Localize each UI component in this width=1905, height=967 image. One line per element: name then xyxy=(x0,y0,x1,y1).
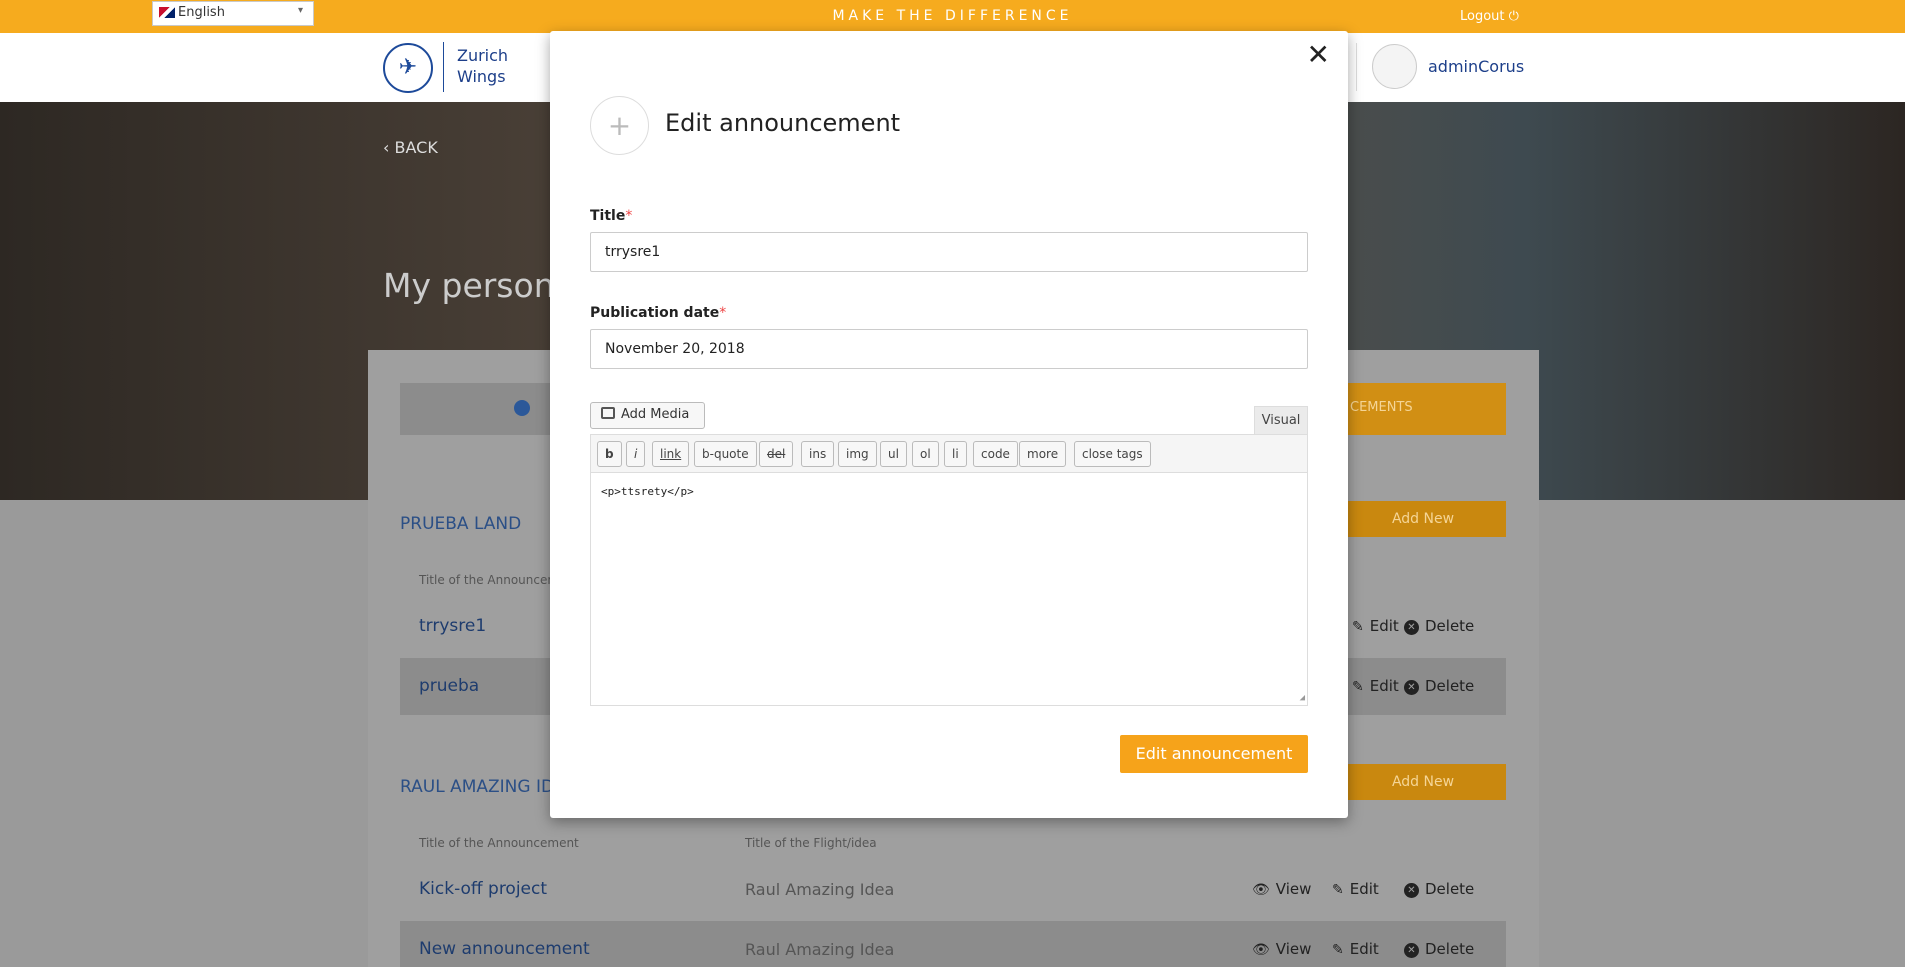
quicktag-link-button[interactable]: link xyxy=(652,441,690,467)
pencil-icon: ✎ xyxy=(1332,882,1344,898)
pencil-icon: ✎ xyxy=(1352,679,1364,695)
close-circle-icon: ✕ xyxy=(1404,883,1419,898)
quicktag-bold-button[interactable]: b xyxy=(597,441,622,467)
delete-button[interactable]: ✕ Delete xyxy=(1404,880,1474,898)
add-new-button[interactable]: Add New xyxy=(1340,764,1506,800)
eye-icon: 👁 xyxy=(1252,942,1270,958)
view-button[interactable]: 👁 View xyxy=(1252,940,1311,958)
column-header-title: Title of the Announcem xyxy=(419,573,560,587)
quicktag-ins-button[interactable]: ins xyxy=(801,441,835,467)
back-link[interactable]: ‹ BACK xyxy=(383,138,438,157)
title-label: Title* xyxy=(590,208,633,224)
publication-date-label: Publication date* xyxy=(590,305,727,321)
close-icon[interactable]: ✕ xyxy=(1307,41,1330,69)
column-header-title: Title of the Announcement xyxy=(419,836,579,850)
modal-title: Edit announcement xyxy=(665,109,901,137)
logout-link[interactable]: Logout ⏻ xyxy=(1460,9,1519,24)
user-name[interactable]: adminCorus xyxy=(1428,57,1524,76)
group-title: RAUL AMAZING IDE xyxy=(400,777,565,797)
content-editor[interactable]: <p>ttsrety</p> ◢ xyxy=(590,473,1308,706)
edit-button[interactable]: ✎ Edit xyxy=(1352,617,1399,635)
publication-date-input[interactable]: November 20, 2018 xyxy=(590,329,1308,369)
quicktag-del-button[interactable]: del xyxy=(759,441,794,467)
pencil-icon: ✎ xyxy=(1352,619,1364,635)
power-icon: ⏻ xyxy=(1508,9,1519,24)
delete-button[interactable]: ✕ Delete xyxy=(1404,940,1474,958)
media-icon xyxy=(601,407,615,419)
page-title: My persona xyxy=(383,266,575,305)
flight-title: Raul Amazing Idea xyxy=(745,940,895,959)
quicktag-li-button[interactable]: li xyxy=(944,441,967,467)
view-button[interactable]: 👁 View xyxy=(1252,880,1311,898)
close-circle-icon: ✕ xyxy=(1404,680,1419,695)
tagline: MAKE THE DIFFERENCE xyxy=(832,8,1073,24)
quicktag-italic-button[interactable]: i xyxy=(626,441,646,467)
quicktag-more-button[interactable]: more xyxy=(1019,441,1067,467)
quicktags-toolbar: b i link b-quote del ins img ul ol li co… xyxy=(590,434,1308,473)
flight-title: Raul Amazing Idea xyxy=(745,880,895,899)
quicktag-ol-button[interactable]: ol xyxy=(912,441,939,467)
edit-announcement-button[interactable]: Edit announcement xyxy=(1120,735,1308,773)
tab-announcements[interactable]: CEMENTS xyxy=(1340,383,1506,435)
delete-button[interactable]: ✕ Delete xyxy=(1404,617,1474,635)
logo-line1: Zurich xyxy=(457,46,509,65)
announcement-title[interactable]: New announcement xyxy=(419,939,590,959)
quicktag-code-button[interactable]: code xyxy=(973,441,1018,467)
logo-icon[interactable]: ✈ xyxy=(383,43,433,93)
logo-text[interactable]: Zurich Wings xyxy=(457,45,537,87)
quicktag-img-button[interactable]: img xyxy=(838,441,877,467)
user-circle-icon[interactable] xyxy=(514,400,530,416)
edit-button[interactable]: ✎ Edit xyxy=(1332,940,1379,958)
logo-divider xyxy=(443,42,444,92)
visual-tab[interactable]: Visual xyxy=(1254,406,1308,434)
pencil-icon: ✎ xyxy=(1332,942,1344,958)
announcement-title[interactable]: Kick-off project xyxy=(419,879,547,899)
quicktag-bquote-button[interactable]: b-quote xyxy=(694,441,757,467)
eye-icon: 👁 xyxy=(1252,882,1270,898)
delete-button[interactable]: ✕ Delete xyxy=(1404,677,1474,695)
header-divider xyxy=(1356,43,1357,91)
avatar[interactable] xyxy=(1372,44,1417,89)
top-bar: English ▾ MAKE THE DIFFERENCE Logout ⏻ xyxy=(0,0,1905,33)
chevron-left-icon: ‹ xyxy=(383,138,390,157)
quicktag-close-tags-button[interactable]: close tags xyxy=(1074,441,1151,467)
editor-text: <p>ttsrety</p> xyxy=(601,485,694,498)
edit-button[interactable]: ✎ Edit xyxy=(1352,677,1399,695)
resize-handle-icon[interactable]: ◢ xyxy=(1300,693,1305,703)
announcement-title[interactable]: prueba xyxy=(419,676,479,696)
plus-icon: + xyxy=(590,96,649,155)
announcement-title[interactable]: trrysre1 xyxy=(419,616,486,636)
quicktag-ul-button[interactable]: ul xyxy=(880,441,907,467)
edit-announcement-modal: ✕ + Edit announcement Title* trrysre1 Pu… xyxy=(550,31,1348,818)
add-new-button[interactable]: Add New xyxy=(1340,501,1506,537)
group-title: PRUEBA LAND xyxy=(400,514,522,534)
table-row: New announcement Raul Amazing Idea 👁 View… xyxy=(400,921,1506,967)
table-row: Kick-off project Raul Amazing Idea 👁 View… xyxy=(400,861,1506,918)
logo-line2: Wings xyxy=(457,67,506,86)
column-header-flight: Title of the Flight/idea xyxy=(745,836,877,850)
title-input[interactable]: trrysre1 xyxy=(590,232,1308,272)
add-media-button[interactable]: Add Media xyxy=(590,402,705,429)
close-circle-icon: ✕ xyxy=(1404,943,1419,958)
close-circle-icon: ✕ xyxy=(1404,620,1419,635)
edit-button[interactable]: ✎ Edit xyxy=(1332,880,1379,898)
